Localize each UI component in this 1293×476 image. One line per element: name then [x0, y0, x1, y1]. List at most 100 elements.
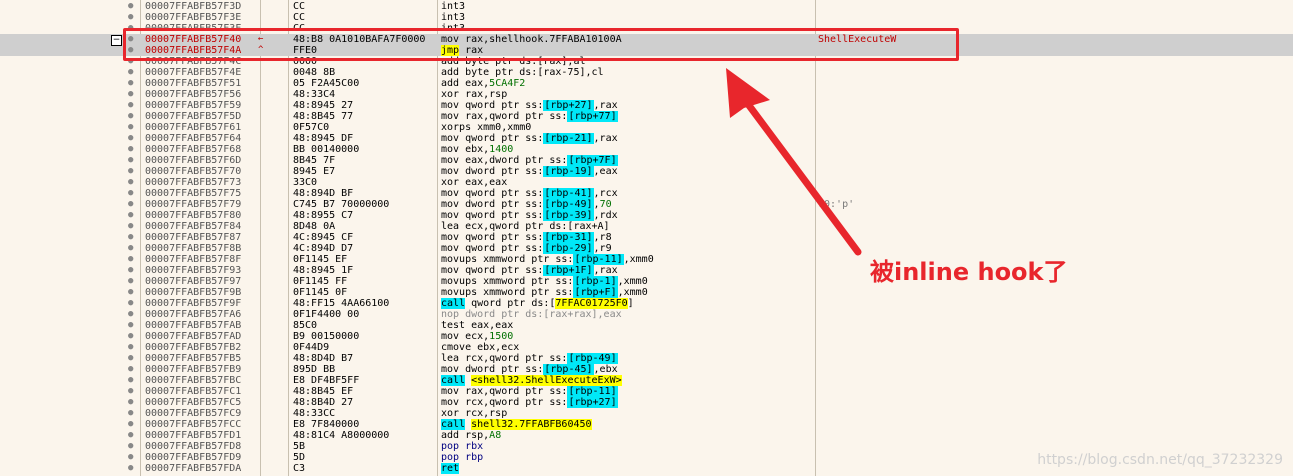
disassembly-view[interactable]: ● 00007FFABFB57F3D CC int3 ● 00007FFABFB57F3E…	[0, 0, 1293, 476]
instruction-row[interactable]: ● 00007FFABFB57F51 05 F2A45C00 add eax,5CA4…	[0, 78, 1293, 89]
watermark: https://blog.csdn.net/qq_37232329	[1037, 452, 1283, 468]
breakpoint-dot-icon[interactable]: ●	[128, 298, 136, 309]
breakpoint-dot-icon[interactable]: ●	[128, 177, 136, 188]
instruction-row[interactable]: ● 00007FFABFB57F80 48:8955 C7 mov qword ptr…	[0, 210, 1293, 221]
instruction-row[interactable]: ● 00007FFABFB57F68 BB 00140000 mov ebx,1400	[0, 144, 1293, 155]
breakpoint-dot-icon[interactable]: ●	[128, 100, 136, 111]
instruction-disassembly: ret	[441, 463, 460, 474]
instruction-row[interactable]: ● 00007FFABFB57F70 8945 E7 mov dword ptr ss…	[0, 166, 1293, 177]
breakpoint-dot-icon[interactable]: ●	[128, 243, 136, 254]
instruction-row[interactable]: ● 00007FFABFB57F87 4C:8945 CF mov qword ptr…	[0, 232, 1293, 243]
breakpoint-dot-icon[interactable]: ●	[128, 375, 136, 386]
instruction-comment	[818, 342, 1118, 353]
instruction-comment	[818, 221, 1118, 232]
instruction-bytes: C3	[293, 463, 306, 474]
instruction-bytes: 48:8B45 77	[293, 111, 354, 122]
instruction-bytes: 48:33CC	[293, 408, 336, 419]
instruction-disassembly: add byte ptr ds:[rax-75],cl	[441, 67, 604, 78]
instruction-comment	[818, 122, 1118, 133]
breakpoint-dot-icon[interactable]: ●	[128, 210, 136, 221]
breakpoint-dot-icon[interactable]: ●	[128, 199, 136, 210]
instruction-row[interactable]: ● 00007FFABFB57FAD B9 00150000 mov ecx,1500	[0, 331, 1293, 342]
instruction-row[interactable]: ● 00007FFABFB57F59 48:8945 27 mov qword ptr…	[0, 100, 1293, 111]
instruction-row[interactable]: ● 00007FFABFB57F93 48:8945 1F mov qword ptr…	[0, 265, 1293, 276]
breakpoint-dot-icon[interactable]: ●	[128, 265, 136, 276]
instruction-row[interactable]: ● 00007FFABFB57F64 48:8945 DF mov qword ptr…	[0, 133, 1293, 144]
instruction-row[interactable]: ● 00007FFABFB57FBC E8 DF4BF5FF call <shell3…	[0, 375, 1293, 386]
instruction-row[interactable]: ● 00007FFABFB57F6D 8B45 7F mov eax,dword pt…	[0, 155, 1293, 166]
instruction-row[interactable]: ● 00007FFABFB57F3E CC int3	[0, 12, 1293, 23]
instruction-row[interactable]: ● 00007FFABFB57F75 48:894D BF mov qword ptr…	[0, 188, 1293, 199]
instruction-row[interactable]: ● 00007FFABFB57FB2 0F44D9 cmove ebx,ecx	[0, 342, 1293, 353]
instruction-comment	[818, 78, 1118, 89]
instruction-row[interactable]: ● 00007FFABFB57F97 0F1145 FF movups xmmword…	[0, 276, 1293, 287]
instruction-comment	[818, 364, 1118, 375]
breakpoint-dot-icon[interactable]: ●	[128, 331, 136, 342]
instruction-row[interactable]: ● 00007FFABFB57FC1 48:8B45 EF mov rax,qword…	[0, 386, 1293, 397]
instruction-row[interactable]: ● 00007FFABFB57FB9 895D BB mov dword ptr ss…	[0, 364, 1293, 375]
breakpoint-dot-icon[interactable]: ●	[128, 78, 136, 89]
instruction-row[interactable]: ● 00007FFABFB57F4E 0048 8B add byte ptr ds:…	[0, 67, 1293, 78]
instruction-row[interactable]: ● 00007FFABFB57FA6 0F1F4400 00 nop dword pt…	[0, 309, 1293, 320]
instruction-row[interactable]: ● 00007FFABFB57FD1 48:81C4 A8000000 add rsp…	[0, 430, 1293, 441]
instruction-row[interactable]: ● 00007FFABFB57F9B 0F1145 0F movups xmmword…	[0, 287, 1293, 298]
instruction-disassembly: mov dword ptr ss:[rbp-19],eax	[441, 166, 618, 177]
instruction-row[interactable]: ● 00007FFABFB57FD8 5B pop rbx	[0, 441, 1293, 452]
breakpoint-dot-icon[interactable]: ●	[128, 353, 136, 364]
breakpoint-dot-icon[interactable]: ●	[128, 430, 136, 441]
instruction-row[interactable]: ● 00007FFABFB57F56 48:33C4 xor rax,rsp	[0, 89, 1293, 100]
breakpoint-dot-icon[interactable]: ●	[128, 221, 136, 232]
instruction-comment	[818, 100, 1118, 111]
breakpoint-dot-icon[interactable]: ●	[128, 364, 136, 375]
breakpoint-dot-icon[interactable]: ●	[128, 12, 136, 23]
breakpoint-dot-icon[interactable]: ●	[128, 419, 136, 430]
collapse-toggle-icon[interactable]: −	[111, 35, 122, 46]
breakpoint-dot-icon[interactable]: ●	[128, 276, 136, 287]
breakpoint-dot-icon[interactable]: ●	[128, 111, 136, 122]
instruction-row[interactable]: ● 00007FFABFB57F3D CC int3	[0, 1, 1293, 12]
breakpoint-dot-icon[interactable]: ●	[128, 441, 136, 452]
instruction-bytes: CC	[293, 12, 306, 23]
instruction-row[interactable]: ● 00007FFABFB57F9F 48:FF15 4AA66100 call qw…	[0, 298, 1293, 309]
instruction-disassembly: mov ecx,1500	[441, 331, 514, 342]
breakpoint-dot-icon[interactable]: ●	[128, 463, 136, 474]
instruction-row[interactable]: ● 00007FFABFB57FAB 85C0 test eax,eax	[0, 320, 1293, 331]
instruction-address: 00007FFABFB57FC9	[145, 408, 242, 419]
instruction-disassembly: mov dword ptr ss:[rbp-45],ebx	[441, 364, 618, 375]
breakpoint-dot-icon[interactable]: ●	[128, 155, 136, 166]
breakpoint-dot-icon[interactable]: ●	[128, 452, 136, 463]
breakpoint-dot-icon[interactable]: ●	[128, 144, 136, 155]
breakpoint-dot-icon[interactable]: ●	[128, 122, 136, 133]
instruction-row[interactable]: ● 00007FFABFB57FB5 48:8D4D B7 lea rcx,qword…	[0, 353, 1293, 364]
instruction-row[interactable]: ● 00007FFABFB57F5D 48:8B45 77 mov rax,qword…	[0, 111, 1293, 122]
breakpoint-dot-icon[interactable]: ●	[128, 408, 136, 419]
instruction-row[interactable]: ● 00007FFABFB57FC5 48:8B4D 27 mov rcx,qword…	[0, 397, 1293, 408]
breakpoint-dot-icon[interactable]: ●	[128, 166, 136, 177]
breakpoint-dot-icon[interactable]: ●	[128, 133, 136, 144]
instruction-bytes: 0048 8B	[293, 67, 336, 78]
breakpoint-dot-icon[interactable]: ●	[128, 386, 136, 397]
instruction-row[interactable]: ● 00007FFABFB57FCC E8 7F840000 call shell32…	[0, 419, 1293, 430]
breakpoint-dot-icon[interactable]: ●	[128, 397, 136, 408]
breakpoint-dot-icon[interactable]: ●	[128, 1, 136, 12]
instruction-row[interactable]: ● 00007FFABFB57F8F 0F1145 EF movups xmmword…	[0, 254, 1293, 265]
breakpoint-dot-icon[interactable]: ●	[128, 254, 136, 265]
breakpoint-dot-icon[interactable]: ●	[128, 89, 136, 100]
breakpoint-dot-icon[interactable]: ●	[128, 188, 136, 199]
instruction-row[interactable]: ● 00007FFABFB57F84 8D48 0A lea ecx,qword pt…	[0, 221, 1293, 232]
breakpoint-dot-icon[interactable]: ●	[128, 232, 136, 243]
breakpoint-dot-icon[interactable]: ●	[128, 342, 136, 353]
breakpoint-dot-icon[interactable]: ●	[128, 309, 136, 320]
instruction-disassembly: movups xmmword ptr ss:[rbp-1],xmm0	[441, 276, 648, 287]
breakpoint-dot-icon[interactable]: ●	[128, 287, 136, 298]
instruction-row[interactable]: ● 00007FFABFB57F61 0F57C0 xorps xmm0,xmm0	[0, 122, 1293, 133]
instruction-disassembly: lea rcx,qword ptr ss:[rbp-49]	[441, 353, 618, 364]
instruction-row[interactable]: ● 00007FFABFB57F79 C745 B7 70000000 mov dwo…	[0, 199, 1293, 210]
instruction-row[interactable]: ● 00007FFABFB57F8B 4C:894D D7 mov qword ptr…	[0, 243, 1293, 254]
breakpoint-dot-icon[interactable]: ●	[128, 67, 136, 78]
breakpoint-dot-icon[interactable]: ●	[128, 320, 136, 331]
instruction-disassembly: int3	[441, 1, 466, 12]
instruction-row[interactable]: ● 00007FFABFB57FC9 48:33CC xor rcx,rsp	[0, 408, 1293, 419]
instruction-bytes: 4C:8945 CF	[293, 232, 354, 243]
instruction-row[interactable]: ● 00007FFABFB57F73 33C0 xor eax,eax	[0, 177, 1293, 188]
